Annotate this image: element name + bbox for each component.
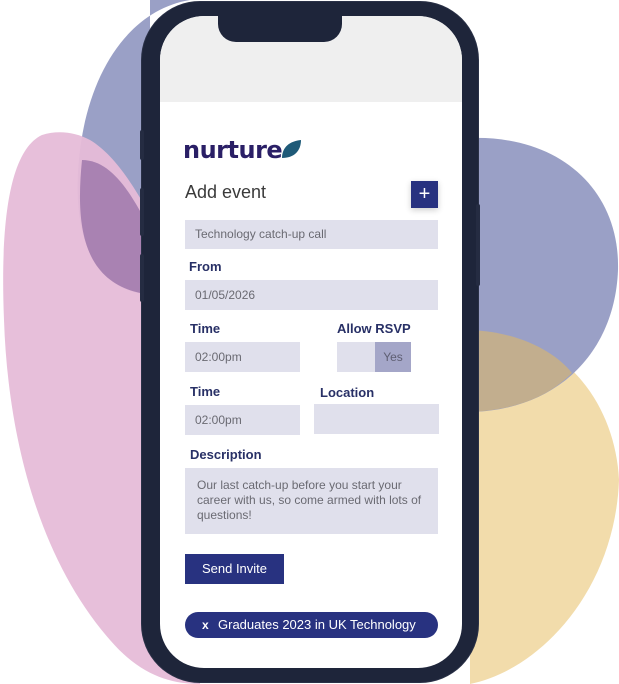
phone-volume-down bbox=[140, 254, 144, 302]
phone-power-button bbox=[476, 204, 480, 286]
from-label: From bbox=[189, 259, 222, 274]
event-name-input[interactable]: Technology catch-up call bbox=[185, 220, 438, 249]
time-input[interactable]: 02:00pm bbox=[185, 342, 300, 372]
from-date-input[interactable]: 01/05/2026 bbox=[185, 280, 438, 310]
recipient-chip: x Graduates 2023 in UK Technology bbox=[185, 612, 438, 638]
recipient-chip-label: Graduates 2023 in UK Technology bbox=[218, 617, 416, 632]
phone-side-button bbox=[140, 130, 144, 160]
time-label: Time bbox=[190, 321, 221, 336]
leaf-icon bbox=[282, 140, 301, 158]
allow-rsvp-label: Allow RSVP bbox=[337, 321, 411, 336]
description-label: Description bbox=[190, 447, 262, 462]
end-time-label: Time bbox=[190, 384, 221, 399]
app-logo: nurture bbox=[183, 136, 283, 164]
page-title: Add event bbox=[185, 182, 267, 202]
plus-icon: + bbox=[418, 183, 431, 205]
location-input[interactable] bbox=[314, 404, 439, 434]
end-time-input[interactable]: 02:00pm bbox=[185, 405, 300, 435]
remove-recipient-icon[interactable]: x bbox=[202, 612, 209, 638]
location-label: Location bbox=[320, 385, 375, 400]
phone-volume-up bbox=[140, 188, 144, 236]
send-invite-button[interactable]: Send Invite bbox=[185, 554, 284, 584]
rsvp-yes-option[interactable]: Yes bbox=[375, 342, 411, 372]
add-event-button[interactable]: + bbox=[411, 181, 438, 208]
description-textarea[interactable]: Our last catch-up before you start your … bbox=[185, 468, 438, 534]
phone-notch bbox=[218, 10, 342, 42]
